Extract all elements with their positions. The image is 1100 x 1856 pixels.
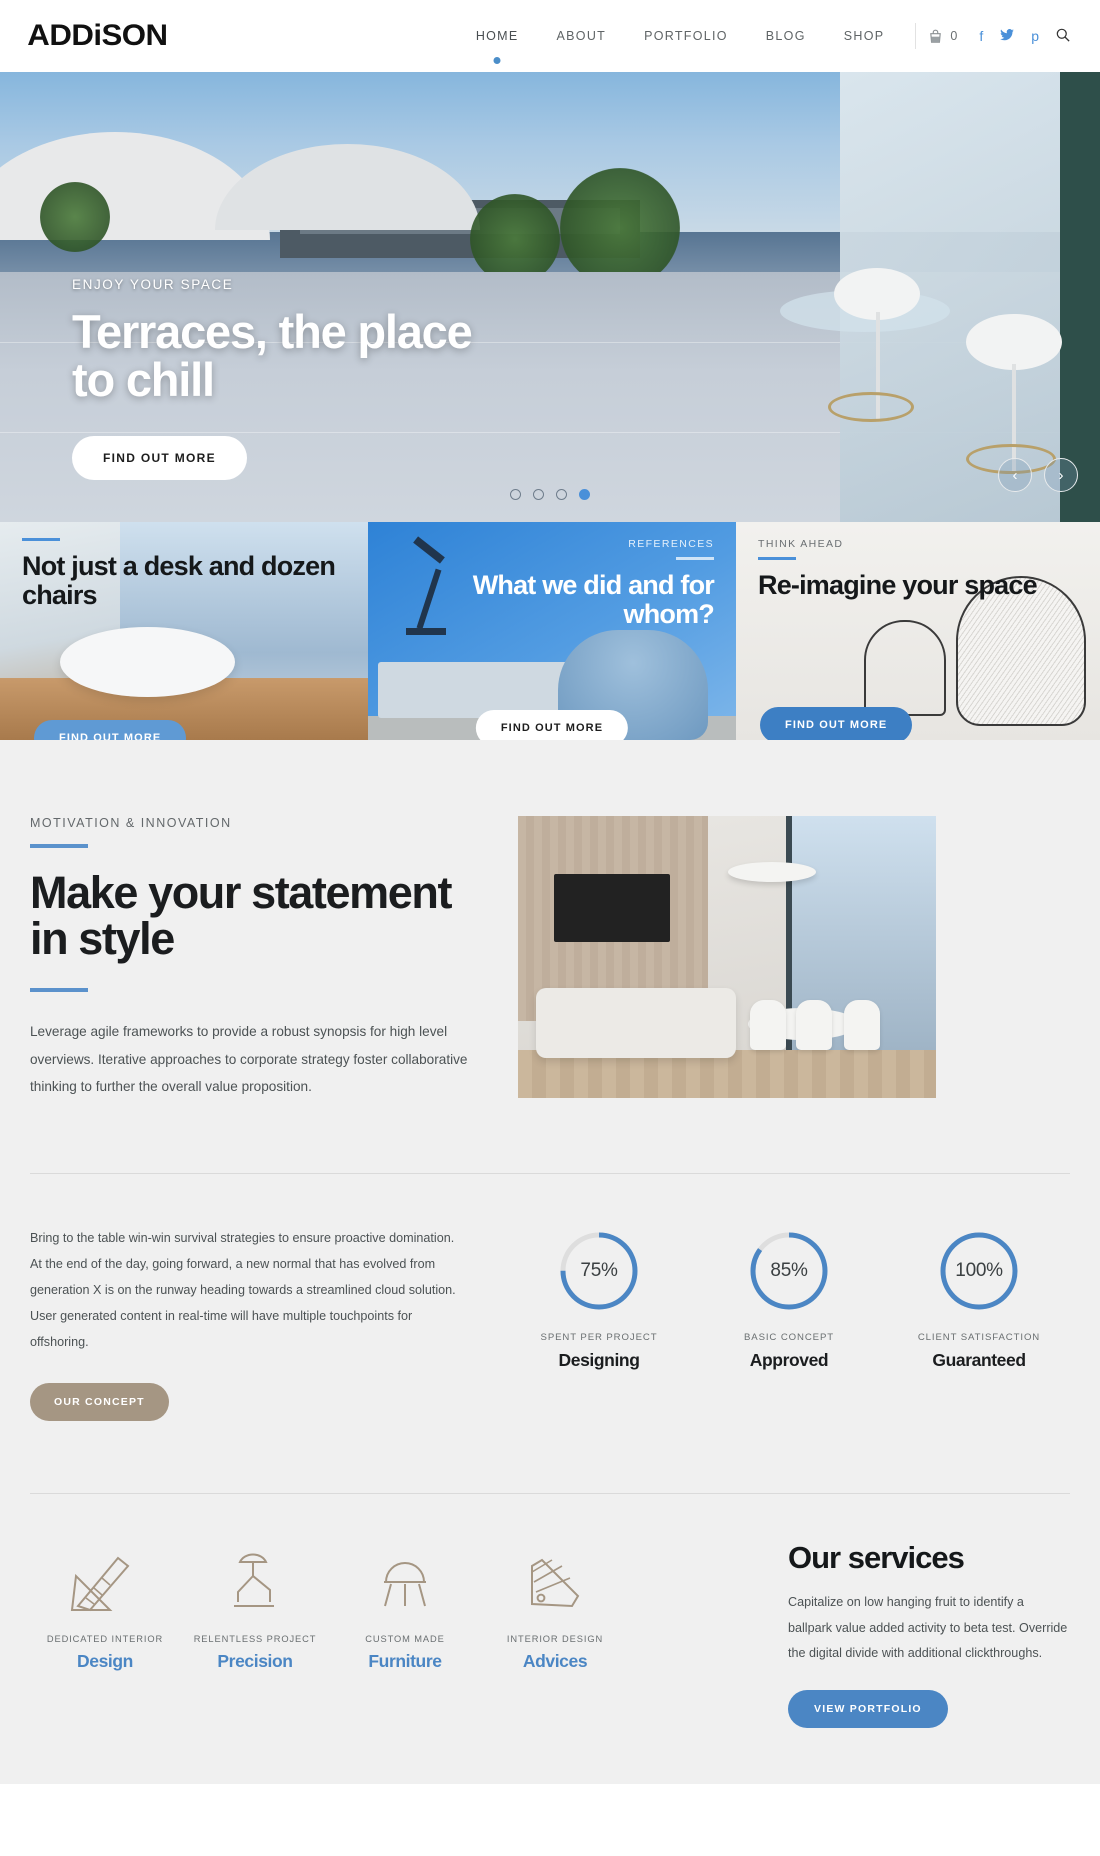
promo-cards: Not just a desk and dozen chairs FIND OU… xyxy=(0,522,1100,740)
promo-rule xyxy=(22,538,60,541)
main-navigation: HOME ABOUT PORTFOLIO BLOG SHOP 0 f p xyxy=(457,23,1070,49)
slider-dot-3[interactable] xyxy=(556,489,567,500)
pinterest-icon[interactable]: p xyxy=(1031,29,1039,43)
statement-title: Make your statement in style xyxy=(30,866,452,964)
statement-rule-bottom xyxy=(30,988,88,992)
nav-item-about[interactable]: ABOUT xyxy=(538,29,626,43)
service-name: Furniture xyxy=(368,1651,442,1672)
promo-title: What we did and for whom? xyxy=(472,570,715,629)
stat-sub: BASIC CONCEPT xyxy=(743,1332,835,1344)
stat-approved: 85% BASIC CONCEPT Approved xyxy=(720,1230,858,1371)
statement-image xyxy=(518,816,936,1098)
cart-count: 0 xyxy=(950,29,958,43)
slider-dot-4[interactable] xyxy=(579,489,590,500)
slider-dot-1[interactable] xyxy=(510,489,521,500)
slider-dots xyxy=(0,489,1100,500)
nav-item-portfolio[interactable]: PORTFOLIO xyxy=(625,29,747,43)
stool-chair-icon xyxy=(330,1540,480,1614)
service-advices[interactable]: INTERIOR DESIGN Advices xyxy=(480,1540,630,1672)
statement-rule-top xyxy=(30,844,88,848)
stats-section: Bring to the table win-win survival stra… xyxy=(0,1174,1100,1495)
promo-card-references[interactable]: REFERENCES What we did and for whom? FIN… xyxy=(368,522,736,740)
stat-name: Guaranteed xyxy=(932,1350,1026,1371)
promo-eyebrow: THINK AHEAD xyxy=(758,538,844,550)
nav-divider xyxy=(915,23,917,49)
stat-name: Approved xyxy=(749,1350,829,1371)
nav-item-shop[interactable]: SHOP xyxy=(825,29,904,43)
services-copy: Our services Capitalize on low hanging f… xyxy=(780,1540,1070,1728)
statement-body: Leverage agile frameworks to provide a r… xyxy=(30,1023,468,1095)
statement-section: MOTIVATION & INNOVATION Make your statem… xyxy=(0,740,1100,1175)
slider-dot-2[interactable] xyxy=(533,489,544,500)
nav-item-home[interactable]: HOME xyxy=(457,29,538,43)
promo-card-reimagine[interactable]: THINK AHEAD Re-imagine your space FIND O… xyxy=(736,522,1100,740)
page-root: ADDiSON HOME ABOUT PORTFOLIO BLOG SHOP 0… xyxy=(0,0,1100,1784)
cart-icon xyxy=(928,29,943,44)
promo-rule xyxy=(676,557,714,560)
twitter-icon[interactable] xyxy=(1000,29,1015,43)
service-sub: CUSTOM MADE xyxy=(365,1634,445,1645)
services-title: Our services xyxy=(788,1540,965,1576)
service-precision[interactable]: RELENTLESS PROJECT Precision xyxy=(180,1540,330,1672)
ruler-triangle-icon xyxy=(30,1540,180,1614)
stats-body: Bring to the table win-win survival stra… xyxy=(30,1231,456,1349)
site-logo[interactable]: ADDiSON xyxy=(27,19,168,53)
stat-percent: 85% xyxy=(770,1260,808,1282)
our-concept-button[interactable]: OUR CONCEPT xyxy=(30,1383,169,1422)
stat-percent: 75% xyxy=(580,1260,618,1282)
progress-ring-85: 85% xyxy=(748,1230,830,1312)
color-swatch-icon xyxy=(480,1540,630,1614)
slider-arrows: ‹ › xyxy=(998,458,1078,492)
services-icon-list: DEDICATED INTERIOR Design RELENTLESS PRO… xyxy=(30,1540,780,1672)
service-design[interactable]: DEDICATED INTERIOR Design xyxy=(30,1540,180,1672)
stat-sub: CLIENT SATISFACTION xyxy=(917,1332,1041,1344)
stats-circles: 75% SPENT PER PROJECT Designing 85% BASI… xyxy=(530,1226,1048,1371)
hero-find-out-more-button[interactable]: FIND OUT MORE xyxy=(72,435,247,480)
hero-title: Terraces, the place to chill xyxy=(72,305,473,407)
hero-slider: ENJOY YOUR SPACE Terraces, the place to … xyxy=(0,72,1100,522)
service-name: Design xyxy=(77,1651,133,1672)
stats-copy: Bring to the table win-win survival stra… xyxy=(30,1226,460,1422)
progress-ring-100: 100% xyxy=(938,1230,1020,1312)
facebook-icon[interactable]: f xyxy=(979,29,983,43)
search-icon[interactable] xyxy=(1056,28,1070,44)
service-furniture[interactable]: CUSTOM MADE Furniture xyxy=(330,1540,480,1672)
stat-sub: SPENT PER PROJECT xyxy=(540,1332,658,1344)
view-portfolio-button[interactable]: VIEW PORTFOLIO xyxy=(788,1689,948,1728)
services-text: Capitalize on low hanging fruit to ident… xyxy=(788,1595,1068,1660)
stat-name: Designing xyxy=(558,1350,640,1371)
service-sub: DEDICATED INTERIOR xyxy=(46,1634,164,1645)
hero-eyebrow: ENJOY YOUR SPACE xyxy=(72,277,234,292)
site-header: ADDiSON HOME ABOUT PORTFOLIO BLOG SHOP 0… xyxy=(0,0,1100,72)
promo-eyebrow: REFERENCES xyxy=(628,538,714,550)
slider-next-button[interactable]: › xyxy=(1044,458,1078,492)
statement-copy: MOTIVATION & INNOVATION Make your statem… xyxy=(30,816,470,1101)
nav-item-blog[interactable]: BLOG xyxy=(747,29,825,43)
service-sub: RELENTLESS PROJECT xyxy=(193,1634,317,1645)
service-sub: INTERIOR DESIGN xyxy=(506,1634,604,1645)
cart-button[interactable]: 0 xyxy=(928,29,957,44)
social-links: f p xyxy=(979,28,1070,44)
statement-eyebrow: MOTIVATION & INNOVATION xyxy=(30,816,232,830)
service-name: Precision xyxy=(217,1651,293,1672)
promo-title: Not just a desk and dozen chairs xyxy=(22,551,336,610)
promo-title: Re-imagine your space xyxy=(758,570,1038,600)
stat-guaranteed: 100% CLIENT SATISFACTION Guaranteed xyxy=(910,1230,1048,1371)
service-name: Advices xyxy=(522,1651,588,1672)
services-section: DEDICATED INTERIOR Design RELENTLESS PRO… xyxy=(0,1494,1100,1784)
promo-rule xyxy=(758,557,796,560)
stat-designing: 75% SPENT PER PROJECT Designing xyxy=(530,1230,668,1371)
desk-lamp-icon xyxy=(180,1540,330,1614)
hero-copy: ENJOY YOUR SPACE Terraces, the place to … xyxy=(72,277,492,480)
progress-ring-75: 75% xyxy=(558,1230,640,1312)
slider-prev-button[interactable]: ‹ xyxy=(998,458,1032,492)
promo-card-desk[interactable]: Not just a desk and dozen chairs FIND OU… xyxy=(0,522,368,740)
stat-percent: 100% xyxy=(955,1260,1003,1282)
